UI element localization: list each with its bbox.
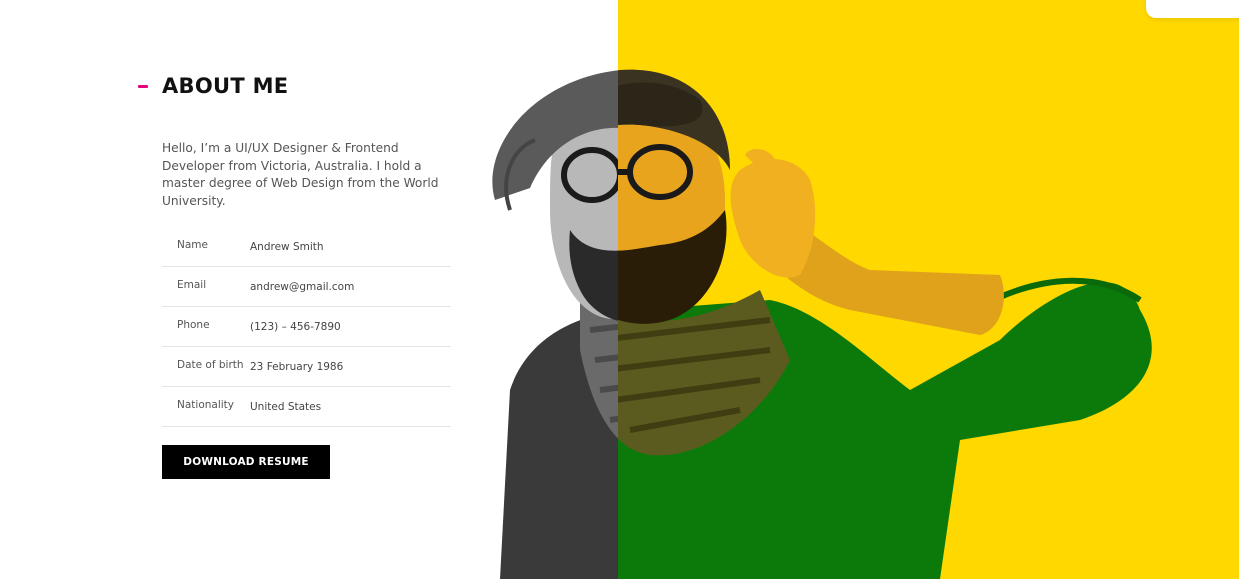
intro-paragraph: Hello, I’m a UI/UX Designer & Frontend D… [162,141,439,208]
info-row-email: Email andrew@gmail.com [162,267,451,307]
corner-tab[interactable] [1146,0,1239,18]
info-label: Phone [177,319,210,331]
info-value: Andrew Smith [250,240,324,253]
info-value: (123) – 456-7890 [250,320,341,333]
info-label: Email [177,279,207,291]
portrait-photo [492,69,1152,579]
info-label: Nationality [177,399,235,411]
personal-info-table: Name Andrew Smith Email andrew@gmail.com… [162,227,451,427]
page-title: ABOUT ME [162,74,289,98]
section-heading: ABOUT ME [138,74,288,98]
info-row-date-of-birth: Date of birth 23 February 1986 [162,347,451,387]
download-resume-button[interactable]: DOWNLOAD RESUME [162,445,330,479]
heading-accent-dash [138,84,148,88]
info-row-phone: Phone (123) – 456-7890 [162,307,451,347]
info-value: 23 February 1986 [250,360,344,373]
info-label: Date of birth [177,359,244,371]
info-row-name: Name Andrew Smith [162,227,451,267]
info-value: United States [250,400,322,413]
info-value: andrew@gmail.com [250,280,355,293]
about-section: ABOUT ME Hello, I’m a UI/UX Designer & F… [0,0,1239,579]
info-label: Name [177,239,208,251]
info-row-nationality: Nationality United States [162,387,451,427]
